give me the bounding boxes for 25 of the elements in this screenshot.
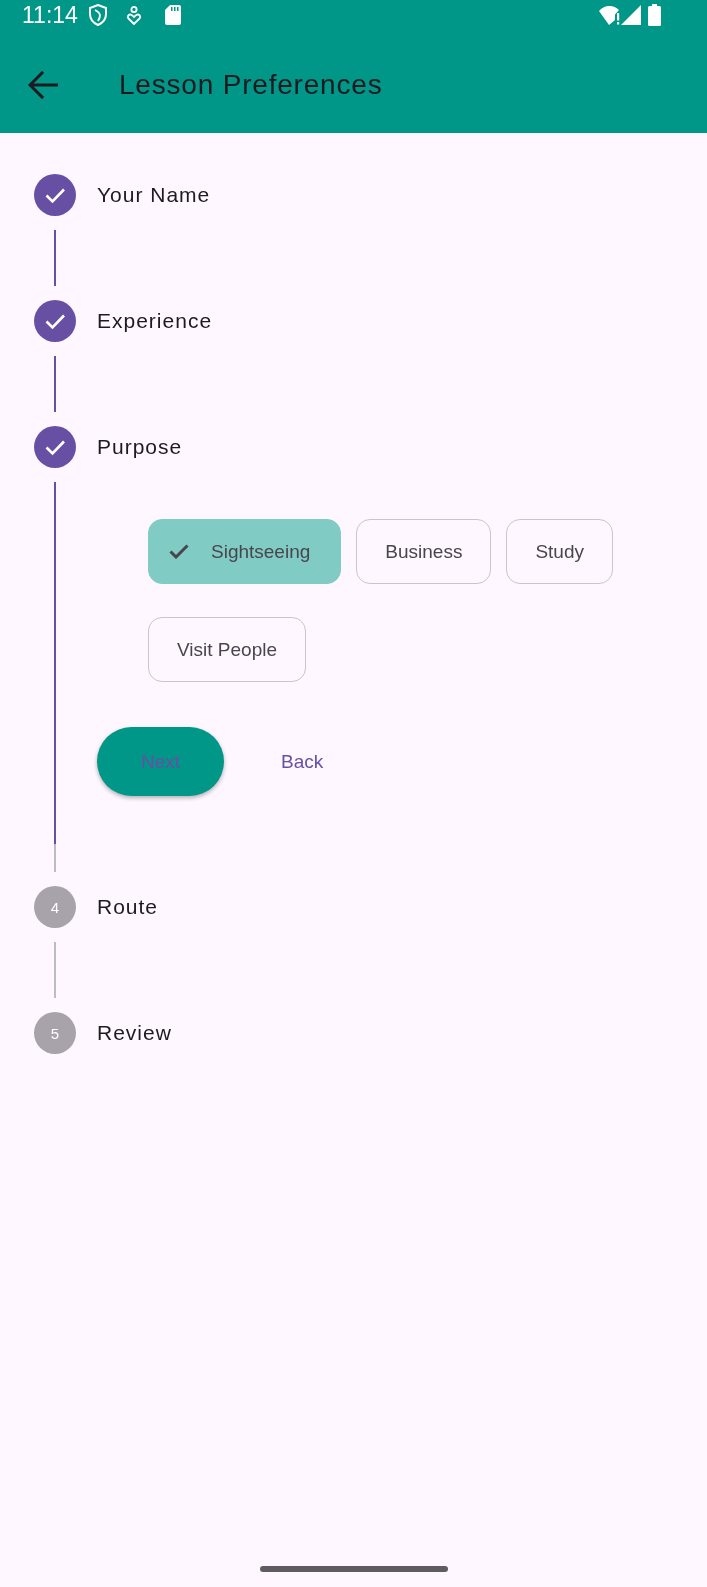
check-icon xyxy=(169,544,189,559)
signal-icon xyxy=(621,5,641,25)
status-time: 11:14 xyxy=(22,1,78,30)
filter-chip[interactable]: Sightseeing xyxy=(148,519,342,584)
wifi-alert-icon xyxy=(599,5,621,25)
step-label[interactable]: Review xyxy=(97,1021,172,1045)
app-bar-title: Lesson Preferences xyxy=(119,68,383,101)
person-heart-icon xyxy=(125,5,142,25)
filter-chip[interactable]: Study xyxy=(506,519,613,584)
step-label[interactable]: Purpose xyxy=(97,435,183,459)
step-number: 5 xyxy=(34,1012,76,1054)
sd-card-icon xyxy=(164,5,181,25)
step-connector xyxy=(54,356,56,412)
back-arrow-icon[interactable] xyxy=(28,70,58,99)
shield-icon xyxy=(88,4,107,26)
battery-icon xyxy=(648,4,661,26)
step-number: 4 xyxy=(34,886,76,928)
back-button[interactable]: Back xyxy=(257,727,348,796)
step-connector xyxy=(54,942,56,998)
filter-chip[interactable]: Business xyxy=(356,519,492,584)
step-label[interactable]: Your Name xyxy=(97,183,211,207)
step-label[interactable]: Route xyxy=(97,895,159,919)
step-label[interactable]: Experience xyxy=(97,309,213,333)
filter-chip[interactable]: Visit People xyxy=(148,617,306,682)
step-connector xyxy=(54,230,56,286)
